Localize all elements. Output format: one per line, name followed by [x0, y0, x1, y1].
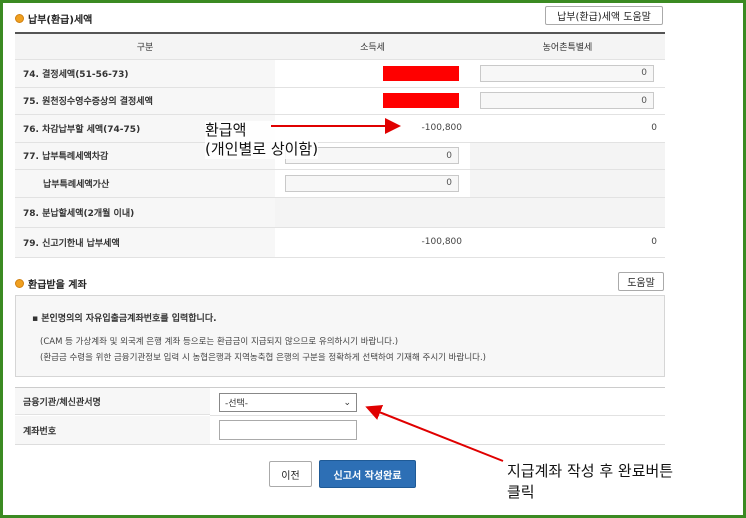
arrow-to-bank-select: [365, 404, 504, 462]
annotation-arrows: [271, 118, 504, 462]
screenshot-frame: 납부(환급)세액 납부(환급)세액 도움말 구분 소득세 농어촌특별세 74. …: [0, 0, 746, 518]
